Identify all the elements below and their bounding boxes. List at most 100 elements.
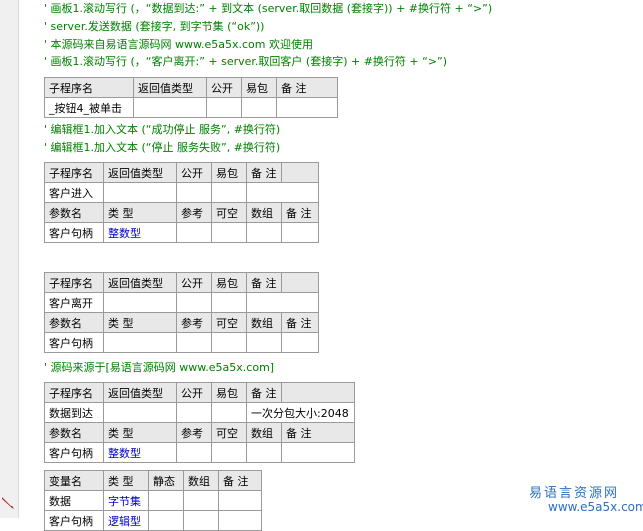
col-easy-package: 易包 bbox=[211, 162, 247, 183]
col-public: 公开 bbox=[176, 162, 212, 183]
variable-table: 变量名 类 型 静态 数组 备 注 数据 字节集 客户句柄 逻辑型 bbox=[44, 470, 262, 531]
col-public: 公开 bbox=[176, 272, 212, 293]
col-sub-name: 子程序名 bbox=[44, 77, 134, 98]
return-type-cell[interactable] bbox=[103, 402, 177, 423]
col-param-optional: 可空 bbox=[211, 422, 247, 443]
param-remark-cell[interactable] bbox=[281, 442, 355, 463]
col-param-remark: 备 注 bbox=[281, 312, 319, 333]
subroutine-table-1: 子程序名 返回值类型 公开 易包 备 注 _按钮4_被单击 bbox=[44, 77, 338, 118]
col-easy-package: 易包 bbox=[211, 272, 247, 293]
param-remark-cell[interactable] bbox=[281, 222, 319, 243]
param-ref-cell[interactable] bbox=[176, 442, 212, 463]
col-param-type: 类 型 bbox=[103, 202, 177, 223]
param-remark-cell[interactable] bbox=[281, 332, 319, 353]
col-param-array: 数组 bbox=[246, 422, 282, 443]
col-public: 公开 bbox=[176, 382, 212, 403]
col-var-remark: 备 注 bbox=[218, 470, 262, 491]
col-public: 公开 bbox=[206, 77, 242, 98]
param-name-cell[interactable]: 客户句柄 bbox=[44, 222, 104, 243]
col-param-ref: 参考 bbox=[176, 422, 212, 443]
col-param-optional: 可空 bbox=[211, 312, 247, 333]
var-type-cell[interactable]: 字节集 bbox=[103, 490, 149, 511]
code-line-1[interactable]: ' 画板1.滚动写行 (，“数据到达:” + 到文本 (server.取回数据 … bbox=[44, 0, 492, 16]
param-type-cell[interactable] bbox=[103, 332, 177, 353]
param-ref-cell[interactable] bbox=[176, 222, 212, 243]
remark-cell[interactable] bbox=[246, 292, 319, 313]
easy-package-cell[interactable] bbox=[211, 402, 247, 423]
sub-name-cell[interactable]: _按钮4_被单击 bbox=[44, 97, 134, 118]
col-param-name: 参数名 bbox=[44, 202, 104, 223]
var-name-cell[interactable]: 数据 bbox=[44, 490, 104, 511]
col-param-array: 数组 bbox=[246, 312, 282, 333]
public-cell[interactable] bbox=[176, 182, 212, 203]
col-var-array: 数组 bbox=[183, 470, 219, 491]
return-type-cell[interactable] bbox=[103, 182, 177, 203]
remark-cell[interactable]: 一次分包大小:2048 bbox=[246, 402, 355, 423]
code-line-3[interactable]: ' 本源码来自易语言源码网 www.e5a5x.com 欢迎使用 bbox=[44, 36, 313, 52]
col-param-remark: 备 注 bbox=[281, 202, 319, 223]
remark-cell[interactable] bbox=[246, 182, 319, 203]
col-return-type: 返回值类型 bbox=[103, 272, 177, 293]
code-line-4[interactable]: ' 画板1.滚动写行 (，“客户离开:” + server.取回客户 (套接字)… bbox=[44, 53, 447, 69]
subroutine-table-2: 子程序名 返回值类型 公开 易包 备 注 客户进入 参数名 类 型 参考 可空 … bbox=[44, 162, 319, 243]
col-easy-package: 易包 bbox=[211, 382, 247, 403]
var-remark-cell[interactable] bbox=[218, 490, 262, 511]
code-line-6[interactable]: ' 编辑框1.加入文本 (“停止 服务失败”, #换行符) bbox=[44, 139, 280, 155]
col-var-name: 变量名 bbox=[44, 470, 104, 491]
pencil-icon bbox=[2, 497, 14, 509]
col-remark: 备 注 bbox=[246, 272, 282, 293]
col-remark: 备 注 bbox=[246, 382, 282, 403]
var-type-cell[interactable]: 逻辑型 bbox=[103, 510, 149, 531]
watermark-site-name: 易语言资源网 bbox=[529, 486, 620, 501]
param-type-cell[interactable]: 整数型 bbox=[103, 222, 177, 243]
sub-name-cell[interactable]: 数据到达 bbox=[44, 402, 104, 423]
param-optional-cell[interactable] bbox=[211, 222, 247, 243]
code-line-7[interactable]: ' 源码来源于[易语言源码网 www.e5a5x.com] bbox=[44, 359, 274, 375]
col-param-ref: 参考 bbox=[176, 312, 212, 333]
public-cell[interactable] bbox=[206, 97, 242, 118]
code-line-2[interactable]: ' server.发送数据 (套接字, 到字节集 (“ok”)) bbox=[44, 18, 264, 34]
col-param-type: 类 型 bbox=[103, 422, 177, 443]
watermark-url: www.e5a5x.com bbox=[548, 500, 643, 514]
remark-cell[interactable] bbox=[276, 97, 338, 118]
param-array-cell[interactable] bbox=[246, 442, 282, 463]
editor-gutter bbox=[0, 0, 19, 518]
col-var-static: 静态 bbox=[148, 470, 184, 491]
col-param-name: 参数名 bbox=[44, 312, 104, 333]
public-cell[interactable] bbox=[176, 292, 212, 313]
var-static-cell[interactable] bbox=[148, 490, 184, 511]
return-type-cell[interactable] bbox=[103, 292, 177, 313]
easy-package-cell[interactable] bbox=[241, 97, 277, 118]
var-remark-cell[interactable] bbox=[218, 510, 262, 531]
easy-package-cell[interactable] bbox=[211, 292, 247, 313]
col-param-type: 类 型 bbox=[103, 312, 177, 333]
param-type-cell[interactable]: 整数型 bbox=[103, 442, 177, 463]
code-line-5[interactable]: ' 编辑框1.加入文本 (“成功停止 服务”, #换行符) bbox=[44, 121, 280, 137]
col-return-type: 返回值类型 bbox=[103, 162, 177, 183]
col-param-ref: 参考 bbox=[176, 202, 212, 223]
sub-name-cell[interactable]: 客户离开 bbox=[44, 292, 104, 313]
return-type-cell[interactable] bbox=[133, 97, 207, 118]
public-cell[interactable] bbox=[176, 402, 212, 423]
param-optional-cell[interactable] bbox=[211, 332, 247, 353]
col-remark: 备 注 bbox=[246, 162, 282, 183]
col-return-type: 返回值类型 bbox=[133, 77, 207, 98]
param-array-cell[interactable] bbox=[246, 222, 282, 243]
col-sub-name: 子程序名 bbox=[44, 272, 104, 293]
easy-package-cell[interactable] bbox=[211, 182, 247, 203]
col-param-name: 参数名 bbox=[44, 422, 104, 443]
var-array-cell[interactable] bbox=[183, 510, 219, 531]
param-name-cell[interactable]: 客户句柄 bbox=[44, 332, 104, 353]
var-name-cell[interactable]: 客户句柄 bbox=[44, 510, 104, 531]
subroutine-table-3: 子程序名 返回值类型 公开 易包 备 注 客户离开 参数名 类 型 参考 可空 … bbox=[44, 272, 319, 353]
col-param-optional: 可空 bbox=[211, 202, 247, 223]
col-sub-name: 子程序名 bbox=[44, 382, 104, 403]
param-optional-cell[interactable] bbox=[211, 442, 247, 463]
col-extra bbox=[281, 272, 319, 293]
var-static-cell[interactable] bbox=[148, 510, 184, 531]
sub-name-cell[interactable]: 客户进入 bbox=[44, 182, 104, 203]
param-name-cell[interactable]: 客户句柄 bbox=[44, 442, 104, 463]
param-ref-cell[interactable] bbox=[176, 332, 212, 353]
param-array-cell[interactable] bbox=[246, 332, 282, 353]
var-array-cell[interactable] bbox=[183, 490, 219, 511]
